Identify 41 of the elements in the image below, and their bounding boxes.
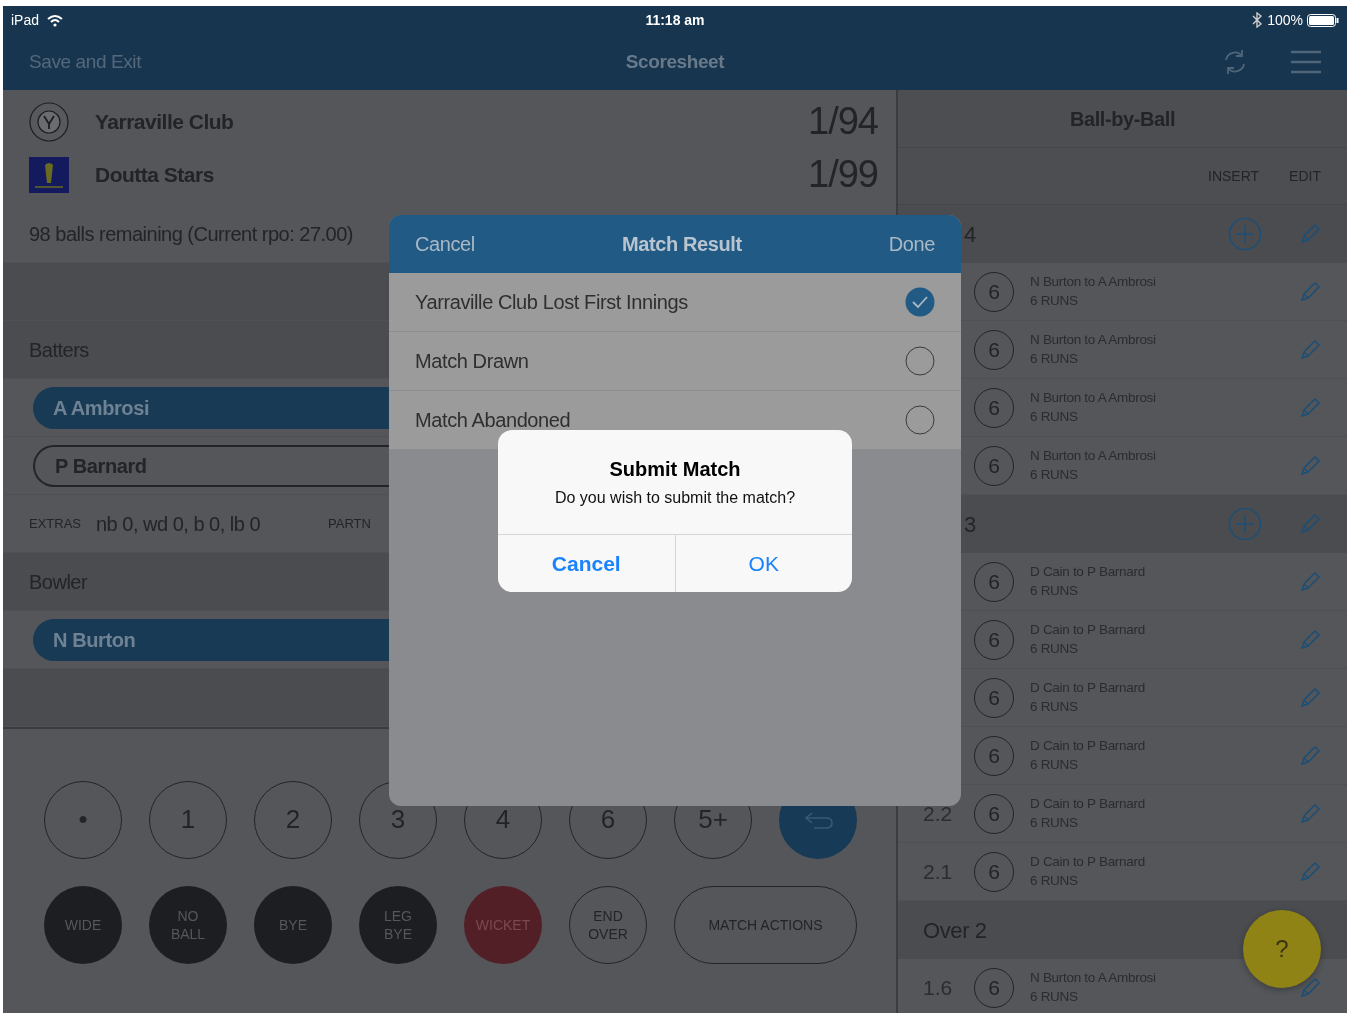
wifi-icon <box>47 13 64 27</box>
menu-icon[interactable] <box>1291 50 1321 74</box>
undo-icon <box>802 809 834 831</box>
extra-button[interactable]: BYE <box>254 886 332 964</box>
club-crest-icon <box>29 101 69 142</box>
plus-circle-icon[interactable] <box>1228 217 1262 251</box>
pencil-icon[interactable] <box>1300 571 1321 592</box>
device-name: iPad <box>11 10 40 30</box>
battery-percent: 100% <box>1267 10 1303 30</box>
pencil-icon[interactable] <box>1300 397 1321 418</box>
bluetooth-icon <box>1251 12 1264 28</box>
pencil-icon[interactable] <box>1300 861 1321 882</box>
alert-message: Do you wish to submit the match? <box>553 488 797 508</box>
extra-button[interactable]: WIDE <box>44 886 122 964</box>
cancel-button[interactable]: Cancel <box>415 229 475 259</box>
pencil-icon[interactable] <box>1300 803 1321 824</box>
pencil-icon[interactable] <box>1300 455 1321 476</box>
cancel-button[interactable]: Cancel <box>498 535 675 592</box>
club-crest-icon <box>29 156 69 193</box>
pencil-icon[interactable] <box>1300 514 1321 534</box>
dialog-title: Match Result <box>621 232 743 257</box>
pencil-icon[interactable] <box>1300 339 1321 360</box>
radio-unchecked-icon[interactable] <box>905 405 935 435</box>
save-and-exit-button[interactable]: Save and Exit <box>29 47 329 77</box>
pencil-icon[interactable] <box>1300 224 1321 244</box>
pencil-icon[interactable] <box>1300 281 1321 302</box>
done-button[interactable]: Done <box>888 229 935 259</box>
extra-button[interactable]: NO BALL <box>149 886 227 964</box>
ok-button[interactable]: OK <box>674 535 852 592</box>
pencil-icon[interactable] <box>1300 745 1321 766</box>
extra-button[interactable]: LEG BYE <box>359 886 437 964</box>
pencil-icon[interactable] <box>1300 687 1321 708</box>
radio-unchecked-icon[interactable] <box>905 346 935 376</box>
screen-title: Scoresheet <box>624 49 726 74</box>
alert-title: Submit Match <box>608 457 742 482</box>
pencil-icon[interactable] <box>1300 629 1321 650</box>
radio-checked-icon[interactable] <box>905 287 935 317</box>
clock-time: 11:18 am <box>644 10 706 30</box>
battery-icon <box>1307 13 1339 27</box>
pencil-icon[interactable] <box>1300 977 1321 998</box>
plus-circle-icon[interactable] <box>1228 507 1262 541</box>
